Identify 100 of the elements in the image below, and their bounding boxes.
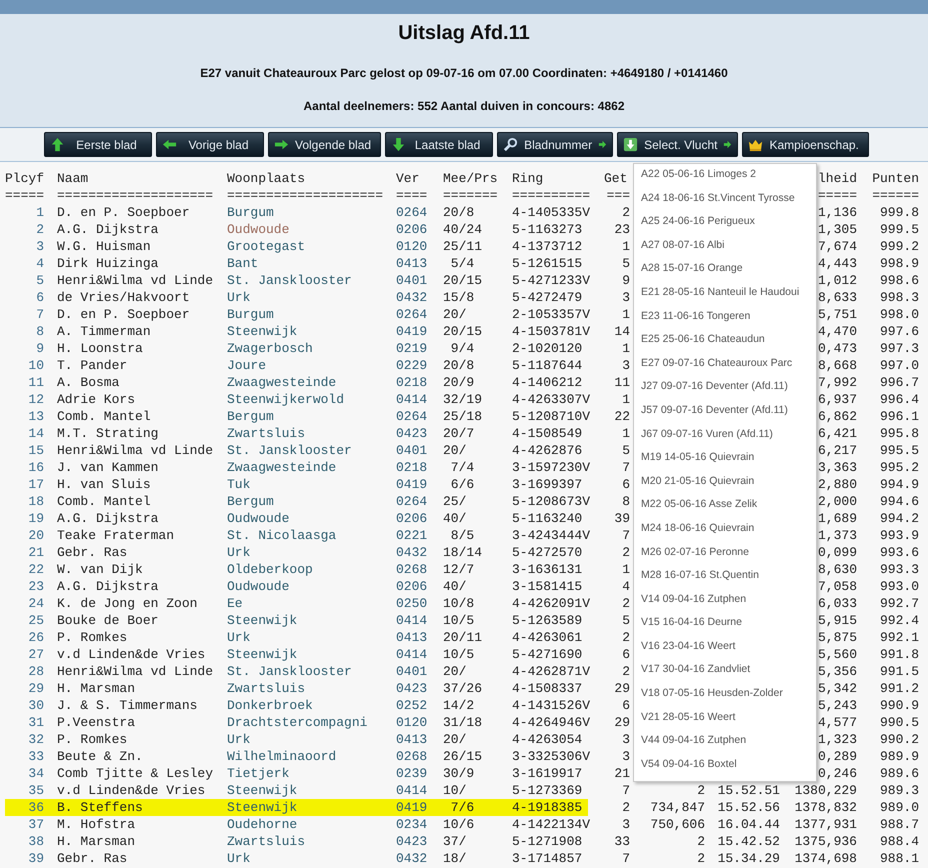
menu-item[interactable]: A25 24-06-16 Perigueux xyxy=(634,214,816,238)
menu-item[interactable]: M22 05-06-16 Asse Zelik xyxy=(634,497,816,521)
place-link[interactable]: Zwaagwesteinde xyxy=(227,460,336,475)
place-link[interactable]: Oudehorne xyxy=(227,817,298,832)
place-link[interactable]: Steenwijk xyxy=(227,324,298,339)
place-link[interactable]: Urk xyxy=(227,290,250,305)
place-link[interactable]: Wilhelminaoord xyxy=(227,749,336,764)
menu-item[interactable]: E25 25-06-16 Chateaudun xyxy=(634,332,816,356)
column-header: lheid xyxy=(818,171,857,186)
place-link[interactable]: Oudwoude xyxy=(227,579,290,594)
table-cell: 10/6 xyxy=(443,817,474,832)
table-cell: 2 xyxy=(622,630,630,645)
next-page-button[interactable]: Volgende blad xyxy=(268,132,382,157)
menu-item[interactable]: V44 09-04-16 Zutphen xyxy=(634,733,816,757)
menu-item[interactable]: V15 16-04-16 Deurne xyxy=(634,615,816,639)
menu-item[interactable]: E27 09-07-16 Chateauroux Parc xyxy=(634,356,816,380)
page-number-button[interactable]: Bladnummer xyxy=(497,132,614,157)
separator-text: ===== xyxy=(818,188,857,203)
place-link[interactable]: Steenwijk xyxy=(227,647,298,662)
place-link[interactable]: Oudwoude xyxy=(227,511,290,526)
place-link[interactable]: Steenwijk xyxy=(227,613,298,628)
table-cell: 4-1373712 xyxy=(512,239,582,254)
menu-item[interactable]: V54 09-04-16 Boxtel xyxy=(634,756,816,780)
menu-item[interactable]: M24 18-06-16 Quievrain xyxy=(634,520,816,544)
previous-page-button[interactable]: Vorige blad xyxy=(156,132,264,157)
table-cell: v.d Linden&de Vries xyxy=(57,783,206,798)
table-cell: 6/6 xyxy=(450,477,474,492)
participants-info: Aantal deelnemers: 552 Aantal duiven in concours: 4862 xyxy=(304,99,624,114)
table-cell: 998.0 xyxy=(880,307,919,322)
table-cell: 33 xyxy=(614,834,630,849)
menu-item[interactable]: J67 09-07-16 Vuren (Afd.11) xyxy=(634,426,816,450)
menu-item[interactable]: M20 21-05-16 Quievrain xyxy=(634,474,816,498)
table-cell: 993.0 xyxy=(880,579,919,594)
table-cell: 995.5 xyxy=(880,443,919,458)
select-flight-button[interactable]: Select. Vlucht xyxy=(617,132,738,157)
menu-item[interactable]: V14 09-04-16 Zutphen xyxy=(634,592,816,616)
place-link[interactable]: Steenwijk xyxy=(227,800,298,815)
place-link[interactable]: Bergum xyxy=(227,494,274,509)
table-cell: 37 xyxy=(28,817,44,832)
menu-item[interactable]: E21 28-05-16 Nanteuil le Haudoui xyxy=(634,284,816,309)
table-cell: 5-1163240 xyxy=(512,511,582,526)
place-link[interactable]: Bant xyxy=(227,256,258,271)
place-link[interactable]: Urk xyxy=(227,545,250,560)
table-cell: 0,099 xyxy=(818,545,857,560)
place-link[interactable]: Zwartsluis xyxy=(227,681,306,696)
table-cell: 15.42.52 xyxy=(718,834,780,849)
place-link[interactable]: Zwartsluis xyxy=(227,426,306,441)
table-cell: Dirk Huizinga xyxy=(57,256,158,271)
place-link[interactable]: Steenwijkerwold xyxy=(227,392,344,407)
table-cell: 2 xyxy=(697,851,705,866)
place-link[interactable]: St. Jansklooster xyxy=(227,664,352,679)
menu-item[interactable]: A24 18-06-16 St.Vincent Tyrosse xyxy=(634,190,816,214)
table-cell: 7 xyxy=(622,460,630,475)
place-link[interactable]: Oudwoude xyxy=(227,222,290,237)
menu-item[interactable]: J27 09-07-16 Deventer (Afd.11) xyxy=(634,379,816,403)
place-link[interactable]: Tuk xyxy=(227,477,250,492)
table-cell: 8,630 xyxy=(818,562,857,577)
table-cell: 3-1714857 xyxy=(512,851,582,866)
place-link[interactable]: Steenwijk xyxy=(227,783,298,798)
menu-item[interactable]: M19 14-05-16 Quievrain xyxy=(634,450,816,474)
place-link[interactable]: Ee xyxy=(227,596,243,611)
table-cell: A.G. Dijkstra xyxy=(57,511,158,526)
last-page-button[interactable]: Laatste blad xyxy=(385,132,494,157)
menu-item[interactable]: A22 05-06-16 Limoges 2 xyxy=(634,167,816,191)
place-link[interactable]: Tietjerk xyxy=(227,766,290,781)
place-link[interactable]: Donkerbroek xyxy=(227,698,313,713)
place-link[interactable]: Zwartsluis xyxy=(227,834,306,849)
first-page-button[interactable]: Eerste blad xyxy=(44,132,152,157)
place-link[interactable]: Oldeberkoop xyxy=(227,562,313,577)
place-link[interactable]: St. Jansklooster xyxy=(227,443,352,458)
place-link[interactable]: St. Jansklooster xyxy=(227,273,352,288)
menu-item[interactable]: V21 28-05-16 Weert xyxy=(634,710,816,734)
place-link[interactable]: Burgum xyxy=(227,205,274,220)
place-link[interactable]: Zwaagwesteinde xyxy=(227,375,336,390)
place-link[interactable]: Urk xyxy=(227,732,250,747)
place-link[interactable]: Urk xyxy=(227,851,250,866)
place-link[interactable]: Joure xyxy=(227,358,266,373)
championship-button[interactable]: Kampioenschap. xyxy=(742,132,869,157)
menu-item[interactable]: A28 15-07-16 Orange xyxy=(634,261,816,285)
menu-item[interactable]: M28 16-07-16 St.Quentin xyxy=(634,568,816,592)
menu-item[interactable]: M26 02-07-16 Peronne xyxy=(634,544,816,568)
menu-item[interactable]: A27 08-07-16 Albi xyxy=(634,238,816,262)
menu-item[interactable]: V16 23-04-16 Weert xyxy=(634,638,816,662)
place-link[interactable]: Grootegast xyxy=(227,239,306,254)
place-link[interactable]: St. Nicolaasga xyxy=(227,528,336,543)
place-link[interactable]: Drachtstercompagni xyxy=(227,715,368,730)
table-cell: 0401 xyxy=(396,664,428,679)
place-link[interactable]: Burgum xyxy=(227,307,274,322)
menu-item[interactable]: J57 09-07-16 Deventer (Afd.11) xyxy=(634,402,816,427)
table-cell: 4,470 xyxy=(818,324,857,339)
place-link[interactable]: Urk xyxy=(227,630,250,645)
table-cell: 0432 xyxy=(396,290,428,305)
table-cell: 20/8 xyxy=(443,358,474,373)
place-link[interactable]: Zwagerbosch xyxy=(227,341,313,356)
menu-item[interactable]: V17 30-04-16 Zandvliet xyxy=(634,662,816,686)
table-cell: 19 xyxy=(28,511,44,526)
menu-item[interactable]: V18 07-05-16 Heusden-Zolder xyxy=(634,686,816,710)
table-cell: 4-4262871V xyxy=(512,664,590,679)
menu-item[interactable]: E23 11-06-16 Tongeren xyxy=(634,308,816,332)
place-link[interactable]: Bergum xyxy=(227,409,274,424)
